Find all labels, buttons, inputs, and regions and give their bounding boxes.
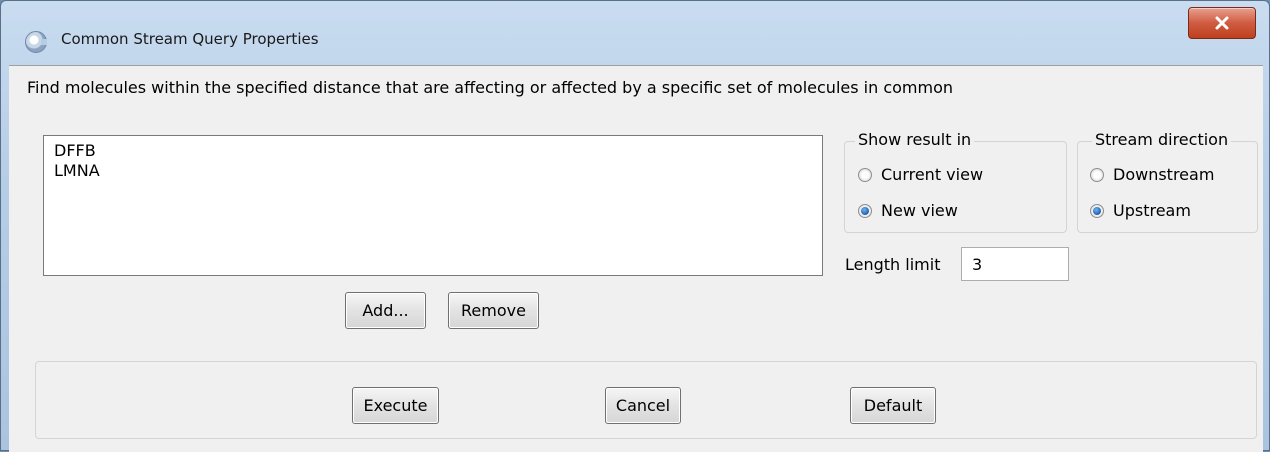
radio-new-view[interactable]: New view [858, 201, 958, 220]
radio-label: Downstream [1113, 165, 1215, 184]
description-text: Find molecules within the specified dist… [27, 78, 954, 97]
radio-button-checked[interactable] [858, 203, 872, 218]
stream-direction-title: Stream direction [1092, 130, 1232, 149]
app-logo-icon [25, 31, 47, 53]
cancel-button[interactable]: Cancel [605, 387, 681, 424]
radio-label: Current view [881, 165, 984, 184]
length-limit-input[interactable] [961, 247, 1069, 281]
radio-upstream[interactable]: Upstream [1090, 201, 1191, 220]
radio-button[interactable] [858, 167, 872, 182]
list-item[interactable]: DFFB [54, 142, 96, 160]
title-bar[interactable]: Common Stream Query Properties [1, 1, 1269, 65]
close-button[interactable] [1188, 7, 1256, 39]
radio-downstream[interactable]: Downstream [1090, 165, 1214, 184]
list-item[interactable]: LMNA [54, 162, 100, 180]
default-button[interactable]: Default [850, 387, 936, 424]
radio-label: New view [881, 201, 958, 220]
radio-label: Upstream [1113, 201, 1191, 220]
close-icon [1215, 16, 1229, 30]
execute-button[interactable]: Execute [352, 387, 439, 424]
radio-button-checked[interactable] [1090, 203, 1104, 218]
radio-button[interactable] [1090, 167, 1104, 182]
add-button[interactable]: Add... [345, 292, 426, 329]
radio-current-view[interactable]: Current view [858, 165, 983, 184]
dialog-window: Common Stream Query Properties Find mole… [0, 0, 1270, 452]
show-result-title: Show result in [855, 130, 975, 149]
molecule-list[interactable]: DFFB LMNA [43, 135, 823, 276]
length-limit-label: Length limit [845, 255, 941, 274]
window-title: Common Stream Query Properties [61, 30, 319, 48]
remove-button[interactable]: Remove [448, 292, 539, 329]
